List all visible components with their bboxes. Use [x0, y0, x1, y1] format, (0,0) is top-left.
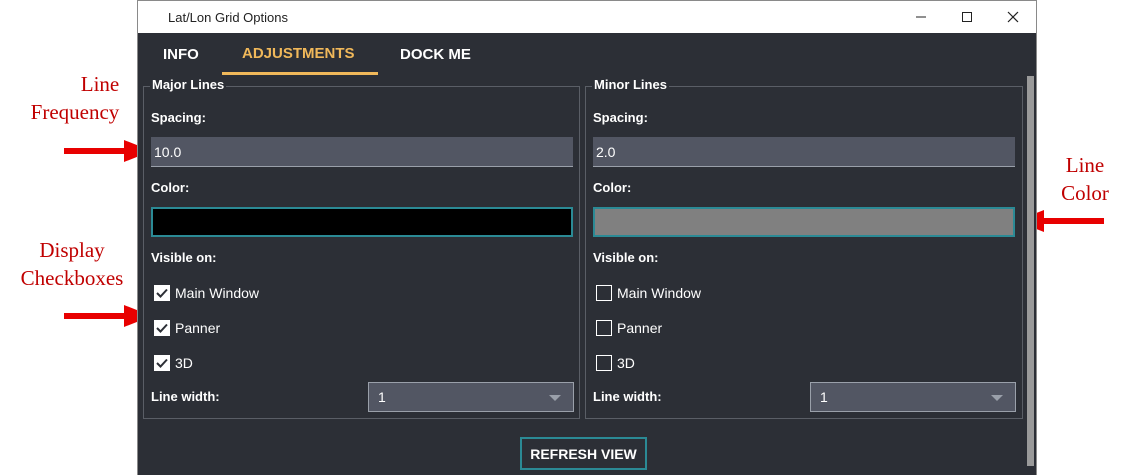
major-spacing-label: Spacing: — [151, 110, 206, 125]
minor-checkbox-3d[interactable]: 3D — [596, 354, 635, 372]
checkbox-label: 3D — [617, 355, 635, 371]
minor-color-label: Color: — [593, 180, 632, 195]
close-button[interactable] — [990, 1, 1036, 33]
title-bar: Lat/Lon Grid Options — [138, 0, 1036, 33]
major-lines-legend: Major Lines — [150, 77, 227, 92]
annotation-display-checkboxes-line2: Checkboxes — [20, 266, 124, 290]
checkbox-box[interactable] — [596, 285, 612, 301]
minimize-icon — [916, 16, 926, 18]
checkbox-box[interactable] — [596, 320, 612, 336]
checkbox-box[interactable] — [154, 355, 170, 371]
major-color-label: Color: — [151, 180, 190, 195]
minor-spacing-input[interactable]: 2.0 — [593, 137, 1015, 167]
annotation-line-color-line2: Color — [1061, 181, 1109, 205]
screenshot-stage: Line Frequency Display Checkboxes Line C… — [0, 0, 1125, 475]
select-value: 1 — [378, 389, 386, 405]
active-tab-indicator — [222, 72, 378, 75]
major-spacing-input[interactable]: 10.0 — [151, 137, 573, 167]
minor-line-width-select[interactable]: 1 — [810, 382, 1016, 412]
major-color-swatch[interactable] — [151, 207, 573, 237]
minor-lines-group: Minor Lines Spacing: 2.0 Color: Visible … — [585, 77, 1023, 419]
major-checkbox-3d[interactable]: 3D — [154, 354, 193, 372]
checkbox-box[interactable] — [596, 355, 612, 371]
minor-line-width-label: Line width: — [593, 389, 662, 404]
checkmark-icon — [156, 323, 168, 333]
checkmark-icon — [156, 358, 168, 368]
annotation-line-frequency-line2: Frequency — [30, 100, 120, 124]
grid-options-window: Lat/Lon Grid Options INFO ADJUSTMENTS DO… — [137, 0, 1037, 475]
major-checkbox-main-window[interactable]: Main Window — [154, 284, 259, 302]
chevron-down-icon — [991, 395, 1003, 401]
window-title: Lat/Lon Grid Options — [168, 10, 288, 25]
tab-adjustments[interactable]: ADJUSTMENTS — [242, 45, 355, 62]
major-checkbox-panner[interactable]: Panner — [154, 319, 220, 337]
refresh-view-button[interactable]: REFRESH VIEW — [520, 437, 647, 470]
minor-color-swatch[interactable] — [593, 207, 1015, 237]
checkbox-label: 3D — [175, 355, 193, 371]
major-line-width-label: Line width: — [151, 389, 220, 404]
minor-checkbox-main-window[interactable]: Main Window — [596, 284, 701, 302]
checkbox-label: Panner — [175, 320, 221, 336]
scrollbar-thumb[interactable] — [1027, 76, 1034, 466]
tab-info[interactable]: INFO — [163, 46, 199, 63]
checkbox-label: Main Window — [617, 285, 702, 301]
major-lines-group: Major Lines Spacing: 10.0 Color: Visible… — [143, 77, 580, 419]
minor-visible-label: Visible on: — [593, 250, 659, 265]
close-icon — [1007, 11, 1019, 23]
select-value: 1 — [820, 389, 828, 405]
annotation-display-checkboxes: Display Checkboxes — [10, 236, 134, 292]
minimize-button[interactable] — [898, 1, 944, 33]
checkbox-label: Main Window — [175, 285, 260, 301]
major-line-width-select[interactable]: 1 — [368, 382, 574, 412]
minor-checkbox-panner[interactable]: Panner — [596, 319, 662, 337]
annotation-line-frequency-line1: Line — [80, 72, 120, 96]
checkbox-box[interactable] — [154, 320, 170, 336]
maximize-button[interactable] — [944, 1, 990, 33]
major-visible-label: Visible on: — [151, 250, 217, 265]
annotation-display-checkboxes-line1: Display — [39, 238, 105, 262]
checkmark-icon — [156, 288, 168, 298]
checkbox-label: Panner — [617, 320, 663, 336]
minor-lines-legend: Minor Lines — [592, 77, 669, 92]
maximize-icon — [962, 12, 972, 22]
minor-spacing-label: Spacing: — [593, 110, 648, 125]
checkbox-box[interactable] — [154, 285, 170, 301]
annotation-line-frequency: Line Frequency — [31, 70, 130, 126]
tab-dock-me[interactable]: DOCK ME — [400, 46, 471, 63]
chevron-down-icon — [549, 395, 561, 401]
annotation-line-color-line1: Line — [1065, 153, 1105, 177]
annotation-line-color: Line Color — [1050, 151, 1120, 207]
